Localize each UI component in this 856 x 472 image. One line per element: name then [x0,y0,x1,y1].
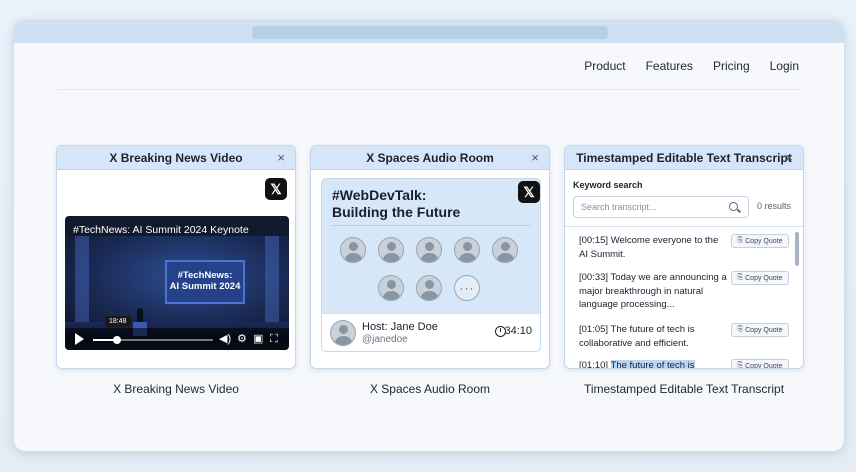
copy-label: Copy Quote [745,274,783,282]
transcript-card: Timestamped Editable Text Transcript × K… [564,145,804,369]
transcript-entry[interactable]: [00:33] Today we are announcing a major … [579,271,729,312]
nav-divider [58,89,800,90]
copy-icon: ⎘ [737,274,744,281]
address-bar[interactable] [252,26,608,39]
title-bar [14,21,844,43]
video-card-title: X Breaking News Video [109,150,243,165]
copy-label: Copy Quote [745,362,783,369]
keyword-search-label: Keyword search [573,180,643,190]
host-bar: Host: Jane Doe @janedoe 34:10 [322,313,540,351]
participant-avatar[interactable] [492,237,518,263]
entry-text-editing[interactable]: The future of tech is [610,360,695,368]
transcript-entry[interactable]: [01:05] The future of tech is collaborat… [579,323,729,350]
fullscreen-icon[interactable]: ⛶ [270,333,278,345]
transcript-card-header: Timestamped Editable Text Transcript × [565,146,803,170]
progress-knob[interactable] [113,336,121,344]
nav-features[interactable]: Features [646,59,693,73]
pip-icon[interactable]: ▣ [253,333,263,345]
spaces-card-caption: X Spaces Audio Room [369,382,491,396]
entry-time: [00:33] [579,272,609,283]
results-count: 0 results [757,201,792,211]
participant-avatar[interactable] [378,275,404,301]
video-player[interactable]: #TechNews: AI Summit 2024 #TechNews: AI … [65,216,289,350]
video-frame: #TechNews: AI Summit 2024 [65,236,289,342]
host-handle: @janedoe [362,334,408,345]
stage-light [75,236,89,326]
search-placeholder: Search transcript... [581,202,657,212]
settings-icon[interactable]: ⚙ [237,333,247,345]
x-logo-icon[interactable]: 𝕏 [265,178,287,200]
host-avatar[interactable] [330,320,356,346]
time-tooltip: 18:48 [105,316,131,327]
spaces-card: X Spaces Audio Room × #WebDevTalk: Build… [310,145,550,369]
copy-label: Copy Quote [745,326,783,334]
transcript-entry[interactable]: [00:15] Welcome everyone to the AI Summi… [579,234,729,261]
video-card-caption: X Breaking News Video [113,382,239,396]
copy-icon: ⎘ [737,237,744,244]
copy-quote-button[interactable]: ⎘ Copy Quote [731,323,789,337]
room-title-line2: Building the Future [332,204,461,220]
stage-screen: #TechNews: AI Summit 2024 [165,260,245,304]
host-name: Host: Jane Doe [362,321,438,333]
copy-quote-button[interactable]: ⎘ Copy Quote [731,271,789,285]
transcript-divider [565,226,803,227]
video-card: X Breaking News Video × 𝕏 #TechNews: AI … [56,145,296,369]
transcript-card-caption: Timestamped Editable Text Transcript [583,382,785,396]
transcript-scrollbar[interactable] [795,232,799,266]
spaces-card-title: X Spaces Audio Room [366,150,494,165]
close-icon[interactable]: × [531,150,539,165]
search-input[interactable]: Search transcript... [573,196,749,218]
room-title: #WebDevTalk: Building the Future [332,187,460,221]
play-icon[interactable] [75,333,84,345]
nav-product[interactable]: Product [584,59,625,73]
close-icon[interactable]: × [277,150,285,165]
top-nav: Product Features Pricing Login [584,59,799,73]
entry-time: [01:10] [579,360,609,369]
close-icon[interactable]: × [785,150,793,165]
nav-login[interactable]: Login [770,59,799,73]
stage-screen-line1: #TechNews: [177,270,233,281]
copy-icon: ⎘ [737,362,744,369]
room-duration: 34:10 [504,325,532,337]
participant-avatar[interactable] [416,237,442,263]
transcript-entry[interactable]: [01:10] The future of tech is [579,359,729,369]
copy-icon: ⎘ [737,326,744,333]
room-divider [332,225,530,226]
video-title: #TechNews: AI Summit 2024 Keynote [73,224,249,236]
browser-window: Product Features Pricing Login X Breakin… [13,20,845,452]
video-controls: 18:48 ◀) ⚙ ▣ ⛶ [65,316,289,350]
video-card-header: X Breaking News Video × [57,146,295,170]
room-title-line1: #WebDevTalk: [332,187,427,203]
copy-quote-button[interactable]: ⎘ Copy Quote [731,359,789,369]
search-icon[interactable] [729,202,738,211]
copy-label: Copy Quote [745,237,783,245]
x-logo-icon[interactable]: 𝕏 [518,181,540,203]
stage-screen-line2: AI Summit 2024 [169,281,241,292]
entry-time: [00:15] [579,235,609,246]
stage-light [265,236,279,326]
participant-avatar[interactable] [378,237,404,263]
copy-quote-button[interactable]: ⎘ Copy Quote [731,234,789,248]
nav-pricing[interactable]: Pricing [713,59,750,73]
participant-avatar[interactable] [416,275,442,301]
transcript-card-title: Timestamped Editable Text Transcript [576,150,792,165]
audio-room: #WebDevTalk: Building the Future 𝕏 ··· H… [321,178,541,352]
volume-icon[interactable]: ◀) [219,333,231,345]
entry-time: [01:05] [579,324,609,335]
participant-avatar[interactable] [454,237,480,263]
more-participants-button[interactable]: ··· [454,275,480,301]
participant-avatar[interactable] [340,237,366,263]
spaces-card-header: X Spaces Audio Room × [311,146,549,170]
